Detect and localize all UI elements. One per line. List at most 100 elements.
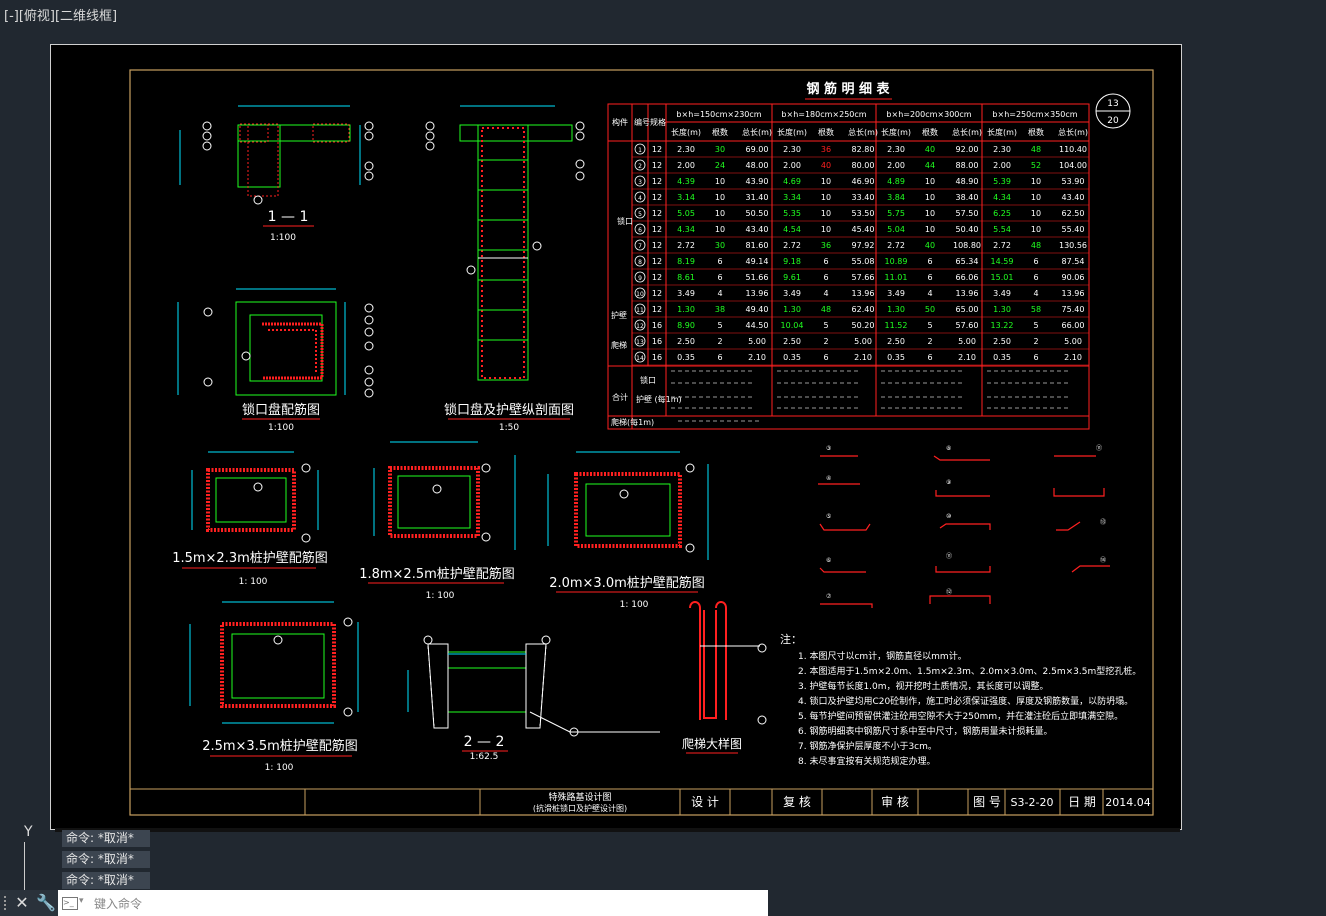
table-cell: 8.19: [677, 257, 695, 266]
svg-text:13: 13: [1107, 99, 1118, 109]
table-cell: 2.50: [783, 337, 801, 346]
title-drawing-no-label: 图 号: [973, 795, 1001, 809]
table-cell: 48: [821, 305, 831, 314]
table-cell: 4: [717, 289, 722, 298]
table-cell: 9.61: [783, 273, 801, 282]
ucs-y-axis-icon: [24, 842, 25, 892]
table-cell: 3.49: [783, 289, 801, 298]
table-cell: 13.96: [1062, 289, 1085, 298]
table-cell: 5.54: [993, 225, 1011, 234]
table-cell: 5.00: [958, 337, 976, 346]
note-line: 8. 未尽事宜按有关规范规定办理。: [798, 755, 935, 767]
table-cell: 0.35: [677, 353, 695, 362]
table-cell: 3.49: [993, 289, 1011, 298]
table-cell: 4.69: [783, 177, 801, 186]
table-cell: 12: [652, 257, 662, 266]
bar-shape-label: ③: [826, 445, 831, 452]
sheet-badge: 13 20: [1095, 93, 1131, 129]
pile-wall-2-0x3-0-scale: 1: 100: [620, 600, 649, 610]
table-cell: 6: [823, 353, 828, 362]
table-cell: 10: [636, 291, 644, 298]
table-cell: 5: [717, 321, 722, 330]
command-prompt-icon[interactable]: >_: [62, 897, 78, 910]
table-cell: 6: [1033, 353, 1038, 362]
table-cell: 66.06: [956, 273, 979, 282]
table-cell: 5.00: [748, 337, 766, 346]
table-cell: 1.30: [783, 305, 801, 314]
table-cell: 10: [821, 225, 831, 234]
table-cell: 46.90: [852, 177, 875, 186]
table-cell: 11.01: [885, 273, 908, 282]
command-history-line: 命令: *取消*: [62, 851, 150, 868]
table-cell: 16: [652, 353, 662, 362]
svg-text:b×h=180cm×250cm: b×h=180cm×250cm: [781, 110, 866, 119]
table-cell: 24: [715, 161, 725, 170]
bar-shape-label: ④: [826, 475, 831, 482]
command-input[interactable]: [92, 893, 756, 915]
table-cell: 6: [638, 227, 642, 234]
table-cell: 38.40: [956, 193, 979, 202]
svg-text:20: 20: [1107, 116, 1119, 126]
svg-text:合计: 合计: [612, 392, 628, 402]
table-cell: 3.14: [677, 193, 695, 202]
chevron-down-icon[interactable]: ▾: [79, 896, 84, 906]
table-cell: 5: [638, 211, 642, 218]
table-cell: 65.34: [956, 257, 979, 266]
table-cell: 4: [1033, 289, 1038, 298]
pile-wall-1-5x2-3-view: [191, 451, 319, 543]
table-cell: 4.39: [677, 177, 695, 186]
table-cell: 4: [823, 289, 828, 298]
bar-shape-label: ⑨: [946, 479, 951, 486]
drag-handle-icon[interactable]: [4, 896, 9, 910]
table-cell: 97.92: [852, 241, 875, 250]
ladder-detail-view: [689, 601, 767, 725]
svg-text:b×h=150cm×230cm: b×h=150cm×230cm: [676, 110, 761, 119]
table-sub-header: 根数: [712, 127, 728, 137]
table-cell: 6.25: [993, 209, 1011, 218]
table-cell: 31.40: [746, 193, 769, 202]
table-cell: 2.10: [958, 353, 976, 362]
close-icon[interactable]: ✕: [14, 893, 30, 912]
table-cell: 48: [1031, 241, 1041, 250]
table-cell: 12: [652, 273, 662, 282]
table-cell: 5: [1033, 321, 1038, 330]
table-cell: 10: [1031, 177, 1041, 186]
table-cell: 2: [638, 163, 642, 170]
table-cell: 2.30: [993, 145, 1011, 154]
table-cell: 1.30: [887, 305, 905, 314]
table-cell: 62.40: [852, 305, 875, 314]
title-subtitle: (抗滑桩锁口及护壁设计图): [533, 803, 627, 813]
table-cell: 5.75: [887, 209, 905, 218]
table-cell: 48: [1031, 145, 1041, 154]
lock-ring-plan-view: [177, 288, 374, 398]
table-cell: 13: [636, 339, 644, 346]
section-1-1-title: 1 — 1: [268, 209, 309, 225]
table-cell: 49.14: [746, 257, 769, 266]
pile-wall-2-5x3-5-scale: 1: 100: [265, 763, 294, 773]
table-cell: 5.00: [854, 337, 872, 346]
section-1-1-view: [179, 105, 374, 205]
drawing-canvas: 1 — 1 1:100 锁口盘配筋图 1:100 锁口盘及护壁纵剖面图 1:50…: [129, 69, 1154, 816]
svg-text:爬梯(每1m): 爬梯(每1m): [611, 417, 654, 427]
note-line: 4. 锁口及护壁均用C20砼制作，施工时必须保证强度、厚度及钢筋数量，以防坍塌。: [798, 695, 1133, 707]
table-cell: 5.05: [677, 209, 695, 218]
table-cell: 43.40: [1062, 193, 1085, 202]
table-cell: 2.30: [677, 145, 695, 154]
note-line: 7. 钢筋净保护层厚度不小于3cm。: [798, 740, 937, 752]
table-cell: 2: [823, 337, 828, 346]
table-cell: 10: [821, 177, 831, 186]
table-cell: 58: [1031, 305, 1041, 314]
table-cell: 5.39: [993, 177, 1011, 186]
table-cell: 36: [821, 241, 831, 250]
table-cell: 44.50: [746, 321, 769, 330]
bar-shape-label: ⑭: [1100, 556, 1106, 564]
title-design-label: 设 计: [691, 795, 719, 809]
customize-wrench-icon[interactable]: 🔧: [36, 893, 56, 912]
bar-shape-label: ⑩: [946, 513, 951, 520]
table-sub-header: 长度(m): [671, 127, 701, 137]
table-cell: 108.80: [953, 241, 981, 250]
table-cell: 16: [652, 337, 662, 346]
section-1-1-scale: 1:100: [270, 233, 296, 243]
table-sub-header: 根数: [818, 127, 834, 137]
table-cell: 53.90: [1062, 177, 1085, 186]
